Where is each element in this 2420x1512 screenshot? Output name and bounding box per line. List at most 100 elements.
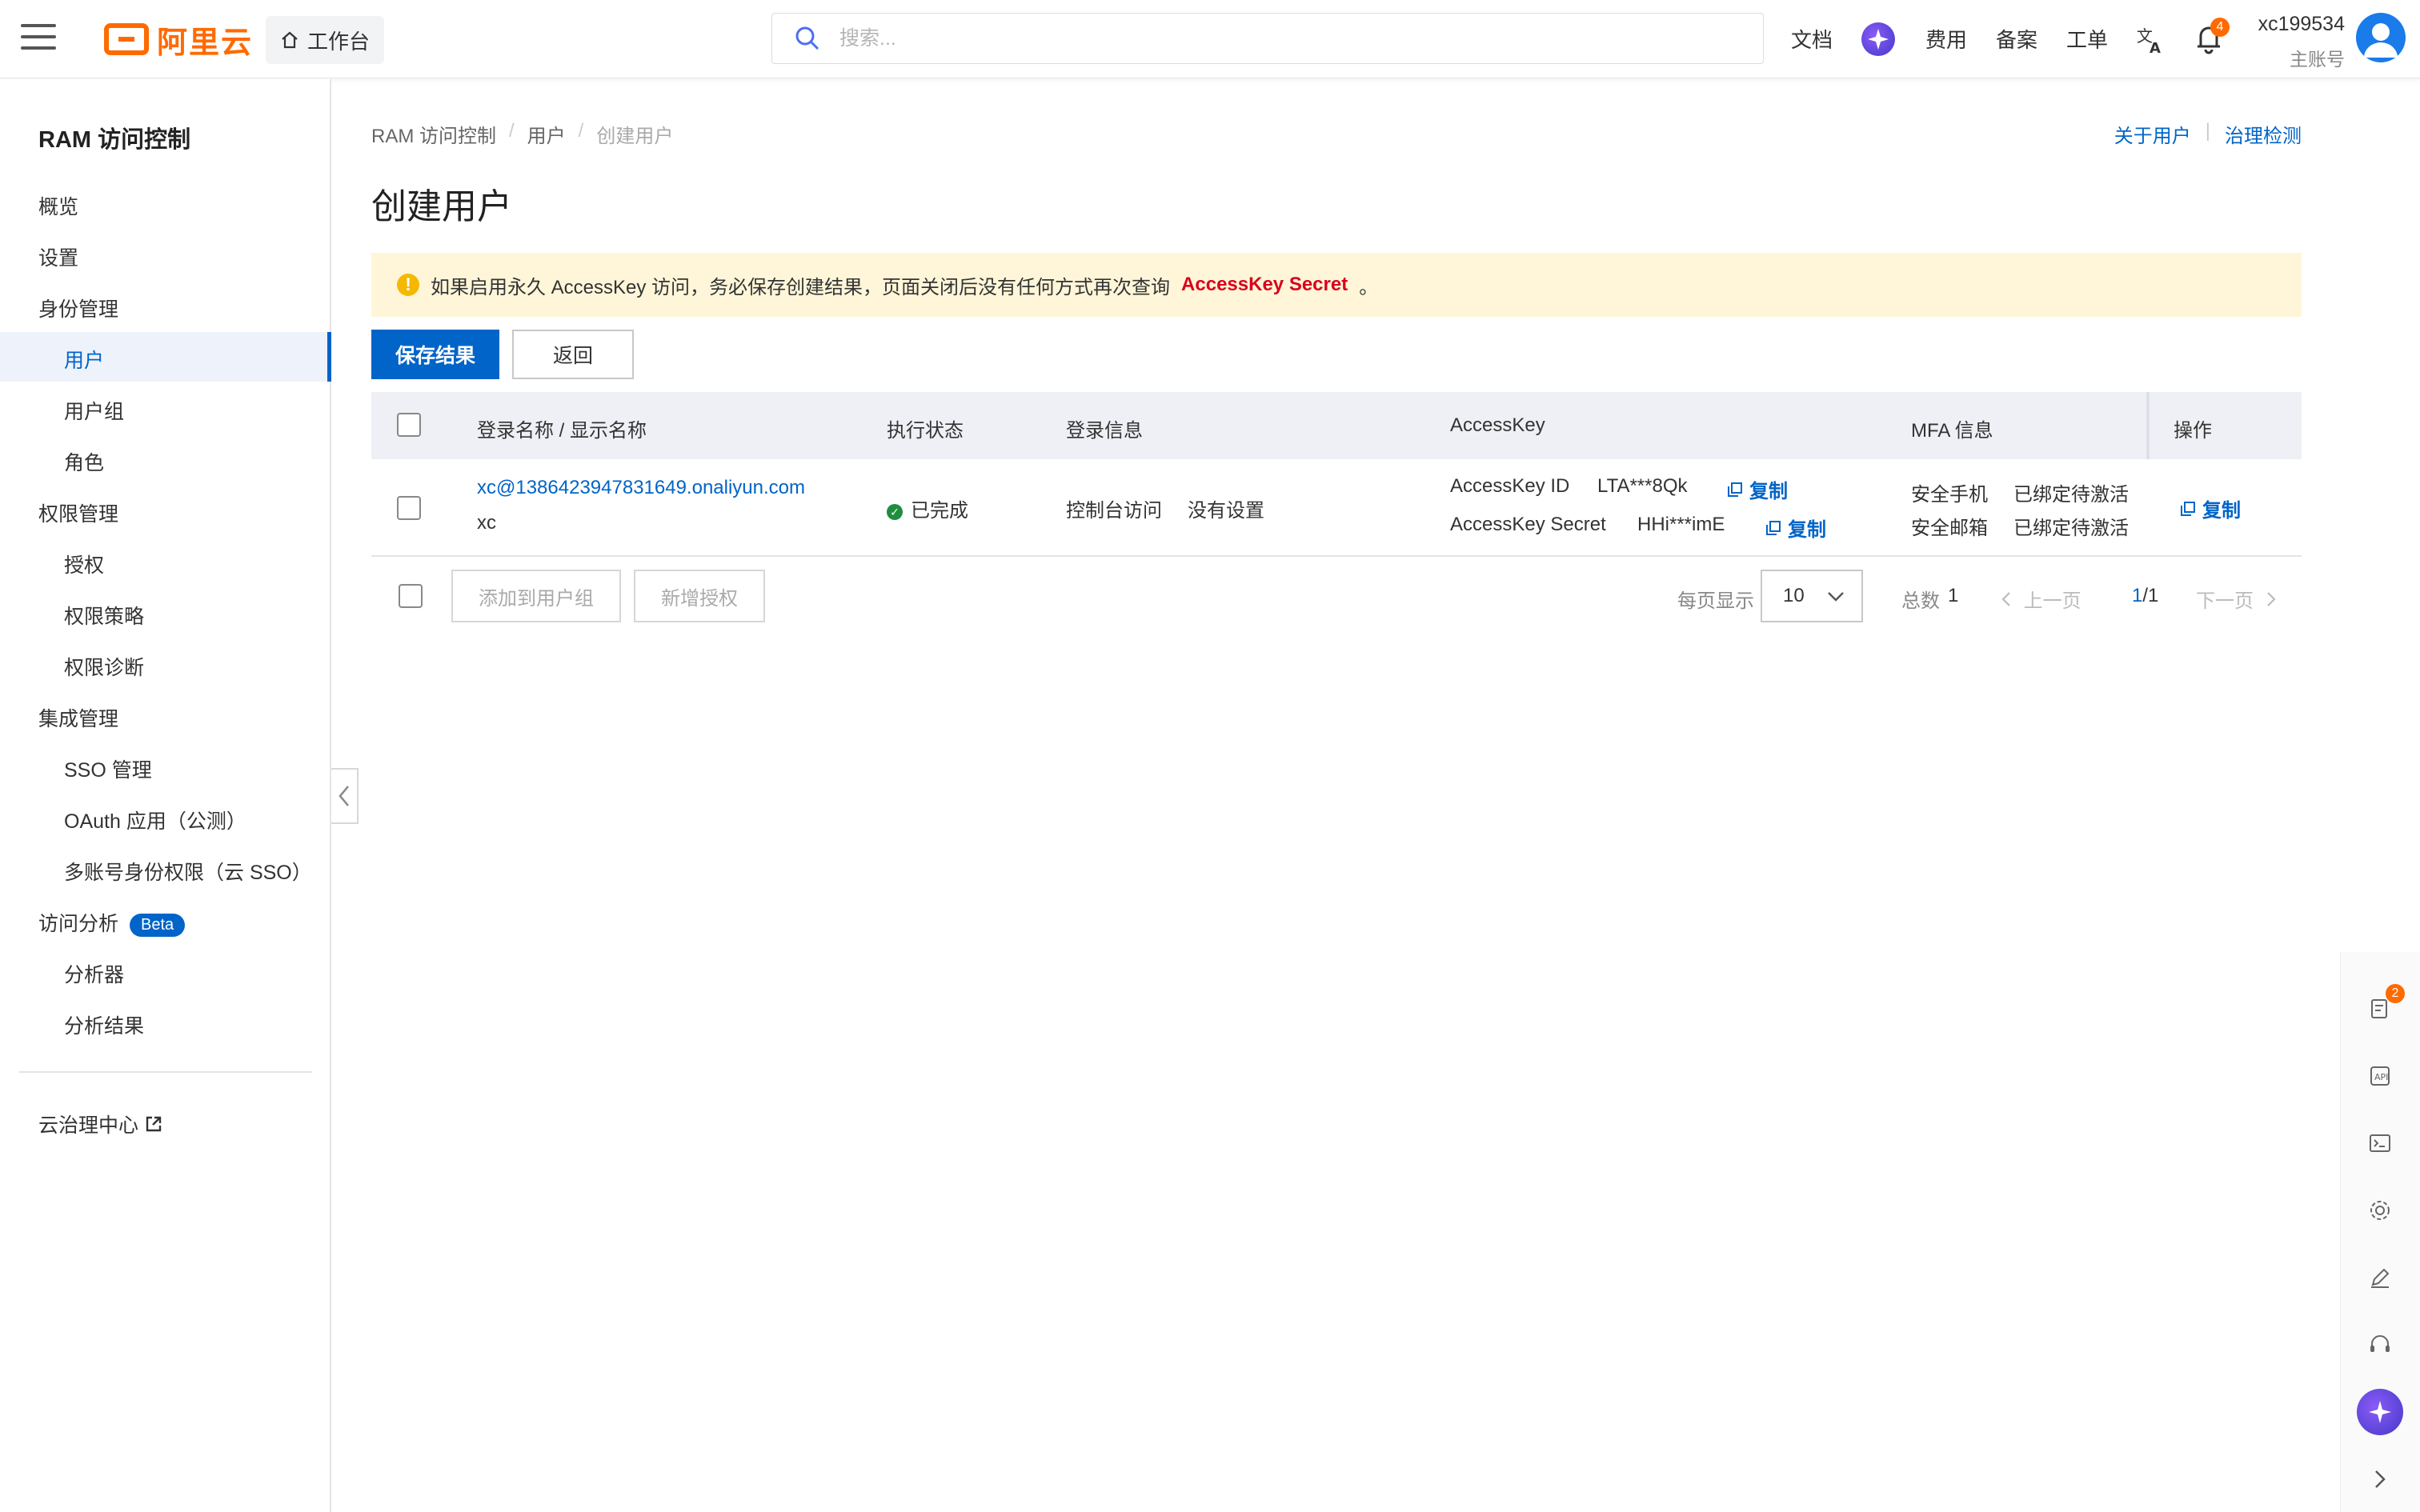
breadcrumb-separator: / [578, 120, 584, 142]
sidebar-item-policies[interactable]: 权限策略 [64, 601, 144, 630]
sidebar-item-users[interactable]: 用户 [64, 345, 104, 374]
page-indicator: 1/1 [2132, 585, 2158, 607]
svg-text:A: A [2150, 40, 2161, 54]
sidebar-item-overview[interactable]: 概览 [38, 191, 78, 220]
workbench-button[interactable]: 工作台 [266, 16, 385, 64]
add-authorization-button[interactable]: 新增授权 [634, 570, 765, 622]
login-name-link[interactable]: xc@1386423947831649.onaliyun.com [477, 477, 805, 499]
chevron-right-icon [2375, 1470, 2386, 1488]
nav-icp[interactable]: 备案 [1996, 24, 2037, 54]
sidebar-item-diagnosis[interactable]: 权限诊断 [64, 652, 144, 681]
search-input[interactable] [839, 26, 1720, 50]
mfa-phone-label: 安全手机 [1911, 484, 1988, 506]
per-page-select[interactable]: 10 [1761, 570, 1863, 622]
breadcrumb: RAM 访问控制 / 用户 / 创建用户 [371, 120, 673, 148]
sidebar-item-roles[interactable]: 角色 [64, 447, 104, 476]
governance-check-link[interactable]: 治理检测 [2225, 120, 2302, 148]
sidebar-item-grants[interactable]: 授权 [64, 550, 104, 578]
breadcrumb-separator: / [509, 120, 515, 142]
sidebar-item-oauth[interactable]: OAuth 应用（公测） [64, 806, 246, 834]
display-name: xc [477, 512, 496, 534]
edit-icon [2371, 1268, 2390, 1288]
dock-ai-assistant-button[interactable] [2357, 1389, 2403, 1435]
dock-edit-button[interactable] [2362, 1259, 2398, 1296]
mfa-phone-value: 已绑定待激活 [2013, 484, 2129, 506]
col-mfa: MFA 信息 [1911, 420, 1993, 442]
save-result-button[interactable]: 保存结果 [371, 330, 499, 379]
col-operation: 操作 [2174, 420, 2212, 442]
sidebar-item-access-analysis[interactable]: 访问分析 Beta [38, 908, 186, 937]
total-label: 总数 [1901, 590, 1940, 612]
nav-tickets[interactable]: 工单 [2066, 24, 2108, 54]
accesskey-secret-label: AccessKey Secret [1450, 514, 1606, 535]
col-accesskey: AccessKey [1450, 414, 1545, 436]
dock-terminal-button[interactable] [2362, 1125, 2398, 1162]
back-button[interactable]: 返回 [512, 330, 634, 379]
accesskey-id-value: LTA***8Qk [1597, 475, 1688, 497]
menu-icon[interactable] [21, 24, 56, 53]
copy-accesskey-secret-button[interactable]: 复制 [1765, 514, 1826, 542]
sidebar-item-permissions[interactable]: 权限管理 [38, 498, 118, 527]
copy-all-button[interactable]: 复制 [2180, 494, 2241, 522]
per-page-value: 10 [1783, 585, 1805, 606]
dock-cart-button[interactable]: 2 [2362, 984, 2405, 1027]
breadcrumb-ram[interactable]: RAM 访问控制 [371, 120, 496, 148]
workbench-label: 工作台 [307, 29, 371, 54]
sidebar-item-identity[interactable]: 身份管理 [38, 294, 118, 322]
sidebar-item-sso[interactable]: SSO 管理 [64, 754, 152, 783]
alert-end: 。 [1359, 276, 1379, 298]
ai-assistant-icon [2369, 1401, 2391, 1423]
sidebar-active-highlight [0, 332, 331, 382]
dock-api-button[interactable]: API [2362, 1058, 2398, 1094]
select-all-checkbox[interactable] [397, 413, 421, 437]
about-users-link[interactable]: 关于用户 [2114, 120, 2191, 148]
chevron-left-icon [339, 786, 349, 806]
col-status: 执行状态 [887, 420, 964, 442]
copy-accesskey-id-button[interactable]: 复制 [1727, 475, 1788, 503]
status-cell: ✓ 已完成 [887, 494, 968, 522]
avatar[interactable] [2356, 13, 2406, 62]
language-icon[interactable]: 文 A [2135, 24, 2166, 54]
next-page-label: 下一页 [2196, 590, 2254, 612]
add-to-group-button[interactable]: 添加到用户组 [451, 570, 621, 622]
table-header: 登录名称 / 显示名称 执行状态 登录信息 AccessKey MFA 信息 操… [371, 392, 2302, 459]
nav-docs[interactable]: 文档 [1791, 24, 1833, 54]
copy-label: 复制 [1749, 481, 1788, 502]
dock-expand-button[interactable] [2362, 1461, 2398, 1498]
brand-logo[interactable]: 阿里云 [104, 19, 253, 60]
account-name: xc199534 [2258, 13, 2345, 35]
account-type: 主账号 [2290, 49, 2345, 70]
sidebar-item-analyzer[interactable]: 分析器 [64, 959, 124, 988]
sidebar-collapse-button[interactable] [331, 768, 359, 824]
dock-support-button[interactable] [2362, 1326, 2398, 1363]
sidebar-item-analysis-results[interactable]: 分析结果 [64, 1010, 144, 1039]
sidebar-item-cloud-sso[interactable]: 多账号身份权限（云 SSO） [64, 857, 312, 886]
dock-settings-button[interactable] [2362, 1192, 2398, 1229]
gear-icon [2370, 1201, 2390, 1220]
col-login-info: 登录信息 [1066, 420, 1143, 442]
footer-select-all-checkbox[interactable] [399, 584, 423, 608]
sidebar-item-settings[interactable]: 设置 [38, 242, 78, 271]
copy-label: 复制 [1788, 519, 1826, 541]
per-page-label: 每页显示 [1677, 590, 1754, 612]
sidebar-item-governance[interactable]: 云治理中心 [38, 1110, 162, 1138]
breadcrumb-users[interactable]: 用户 [527, 120, 566, 148]
nav-billing[interactable]: 费用 [1925, 24, 1967, 54]
search-icon [795, 26, 819, 50]
notification-bell-icon[interactable]: 4 [2194, 18, 2230, 54]
account-info[interactable]: xc199534 主账号 [2254, 13, 2345, 71]
row-checkbox[interactable] [397, 496, 421, 520]
search-box[interactable] [771, 13, 1764, 64]
sidebar-item-integration[interactable]: 集成管理 [38, 703, 118, 732]
beta-badge: Beta [130, 913, 186, 937]
svg-text:API: API [2374, 1072, 2388, 1082]
ai-assistant-icon[interactable] [1861, 22, 1895, 56]
next-page-button[interactable]: 下一页 [2196, 585, 2277, 613]
page-title: 创建用户 [371, 187, 512, 226]
right-dock: 2 API [2340, 952, 2420, 1512]
copy-label: 复制 [2202, 500, 2241, 522]
accesskey-id-label: AccessKey ID [1450, 475, 1570, 497]
headset-icon [2370, 1335, 2390, 1352]
prev-page-button[interactable]: 上一页 [2001, 585, 2081, 613]
sidebar-item-groups[interactable]: 用户组 [64, 396, 124, 425]
